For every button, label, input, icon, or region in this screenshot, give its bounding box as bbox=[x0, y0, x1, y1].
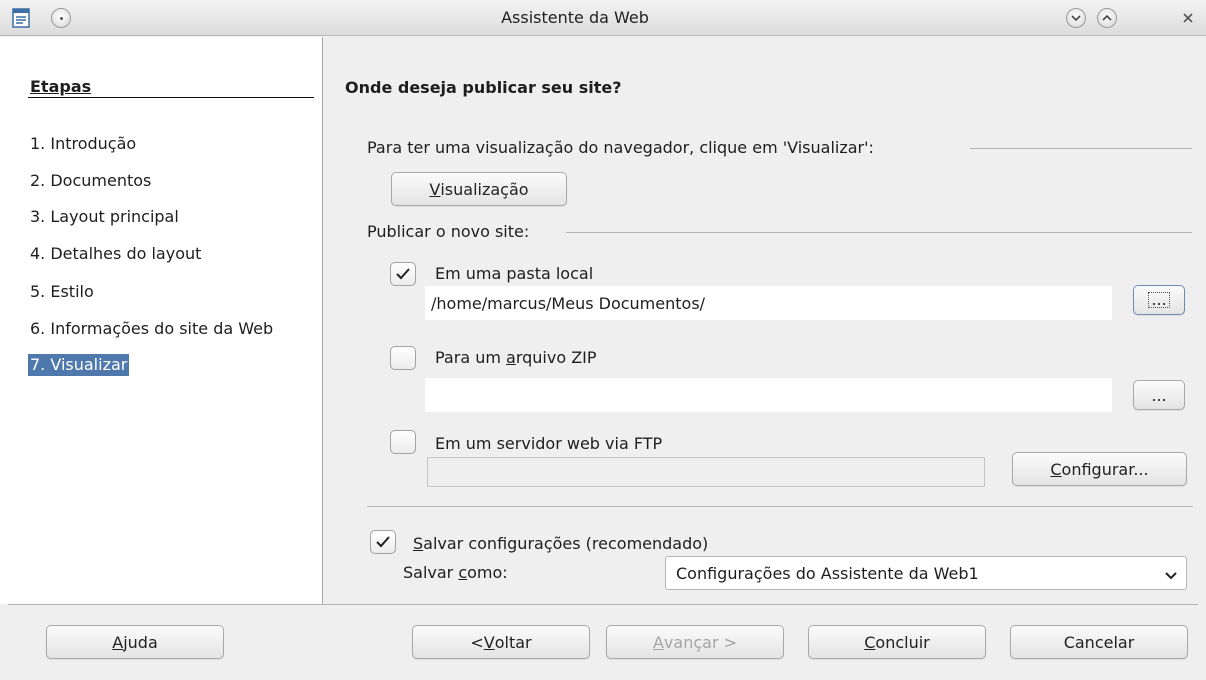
step-informacoes-site[interactable]: 6. Informações do site da Web bbox=[28, 318, 275, 340]
window-title: Assistente da Web bbox=[501, 8, 649, 27]
step-layout-principal[interactable]: 3. Layout principal bbox=[28, 206, 181, 228]
preview-group-label: Para ter uma visualização do navegador, … bbox=[367, 138, 874, 157]
local-folder-browse-button[interactable]: ... bbox=[1133, 285, 1185, 315]
back-button[interactable]: < Voltar bbox=[412, 625, 590, 659]
publish-group-rule bbox=[566, 232, 1192, 233]
step-estilo[interactable]: 5. Estilo bbox=[28, 281, 96, 303]
ftp-label: Em um servidor web via FTP bbox=[435, 434, 663, 453]
close-icon[interactable] bbox=[1178, 8, 1198, 28]
ftp-configure-button[interactable]: Configurar... bbox=[1012, 452, 1187, 486]
help-button[interactable]: Ajuda bbox=[46, 625, 224, 659]
zip-path-input[interactable] bbox=[425, 378, 1112, 412]
finish-button[interactable]: Concluir bbox=[808, 625, 986, 659]
title-bar: Assistente da Web bbox=[0, 0, 1206, 36]
settings-divider bbox=[367, 506, 1193, 507]
maximize-icon[interactable] bbox=[1097, 8, 1117, 28]
save-as-label: Salvar como: bbox=[403, 563, 508, 582]
ftp-server-input[interactable] bbox=[427, 457, 985, 487]
preview-group-rule bbox=[970, 148, 1192, 149]
steps-pane: Etapas 1. Introdução 2. Documentos 3. La… bbox=[0, 37, 323, 604]
save-settings-label: Salvar configurações (recomendado) bbox=[413, 534, 709, 553]
save-as-select[interactable]: Configurações do Assistente da Web1 bbox=[665, 556, 1187, 590]
step-introducao[interactable]: 1. Introdução bbox=[28, 133, 138, 155]
footer-divider bbox=[8, 604, 1198, 605]
steps-heading: Etapas bbox=[30, 77, 92, 96]
page-title: Onde deseja publicar seu site? bbox=[345, 78, 622, 97]
chevron-down-icon bbox=[1164, 567, 1178, 586]
save-as-selected: Configurações do Assistente da Web1 bbox=[676, 563, 979, 583]
steps-divider bbox=[28, 97, 314, 98]
step-documentos[interactable]: 2. Documentos bbox=[28, 170, 153, 192]
next-button[interactable]: Avançar > bbox=[606, 625, 784, 659]
checkmark-icon bbox=[396, 268, 410, 280]
minimize-icon[interactable] bbox=[1066, 8, 1086, 28]
local-folder-path-input[interactable]: /home/marcus/Meus Documentos/ bbox=[425, 286, 1112, 320]
local-folder-label: Em uma pasta local bbox=[435, 264, 594, 283]
zip-browse-button[interactable]: ... bbox=[1133, 380, 1185, 410]
zip-label: Para um arquivo ZIP bbox=[435, 348, 597, 367]
preview-button[interactable]: Visualização bbox=[391, 172, 567, 206]
ftp-checkbox[interactable] bbox=[390, 430, 416, 454]
zip-checkbox[interactable] bbox=[390, 346, 416, 370]
checkmark-icon bbox=[376, 536, 390, 548]
local-folder-checkbox[interactable] bbox=[390, 262, 416, 286]
step-detalhes-layout[interactable]: 4. Detalhes do layout bbox=[28, 243, 203, 265]
cancel-button[interactable]: Cancelar bbox=[1010, 625, 1188, 659]
publish-group-label: Publicar o novo site: bbox=[367, 222, 530, 241]
step-visualizar[interactable]: 7. Visualizar bbox=[28, 354, 130, 376]
save-settings-checkbox[interactable] bbox=[370, 530, 396, 554]
